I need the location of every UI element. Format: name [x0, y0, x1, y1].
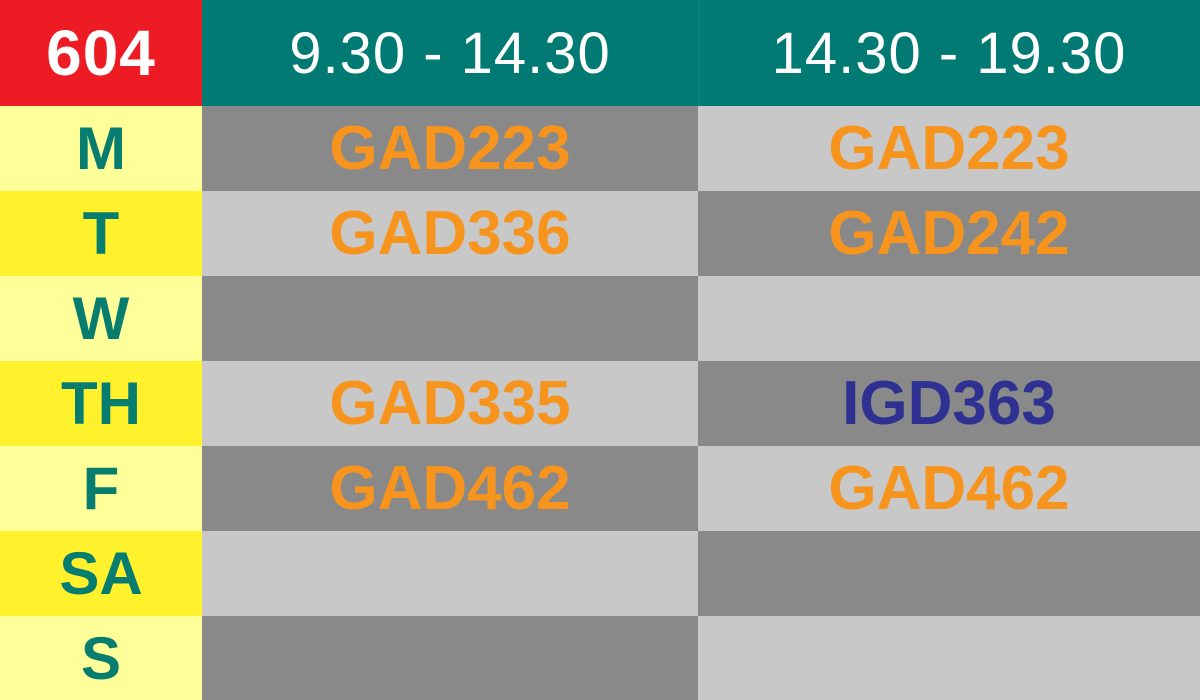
timetable-grid: 604 9.30 - 14.30 14.30 - 19.30 M GAD223 …: [0, 0, 1200, 700]
course-cell: GAD223: [202, 106, 698, 191]
empty-course-cell: [698, 616, 1200, 700]
course-cell: GAD242: [698, 191, 1200, 276]
day-label-monday: M: [0, 106, 202, 191]
day-label-friday: F: [0, 446, 202, 531]
day-label-saturday: SA: [0, 531, 202, 616]
empty-course-cell: [202, 616, 698, 700]
header-divider: [698, 0, 700, 106]
time-slot-header-morning: 9.30 - 14.30: [202, 0, 698, 106]
day-label-wednesday: W: [0, 276, 202, 361]
time-slot-header-afternoon: 14.30 - 19.30: [698, 0, 1200, 106]
empty-course-cell: [698, 531, 1200, 616]
day-label-tuesday: T: [0, 191, 202, 276]
course-cell: GAD336: [202, 191, 698, 276]
course-cell: GAD462: [698, 446, 1200, 531]
room-number: 604: [0, 0, 202, 106]
empty-course-cell: [202, 531, 698, 616]
empty-course-cell: [698, 276, 1200, 361]
course-cell: GAD335: [202, 361, 698, 446]
empty-course-cell: [202, 276, 698, 361]
course-cell: GAD462: [202, 446, 698, 531]
course-cell: IGD363: [698, 361, 1200, 446]
day-label-thursday: TH: [0, 361, 202, 446]
day-label-sunday: S: [0, 616, 202, 700]
course-cell: GAD223: [698, 106, 1200, 191]
